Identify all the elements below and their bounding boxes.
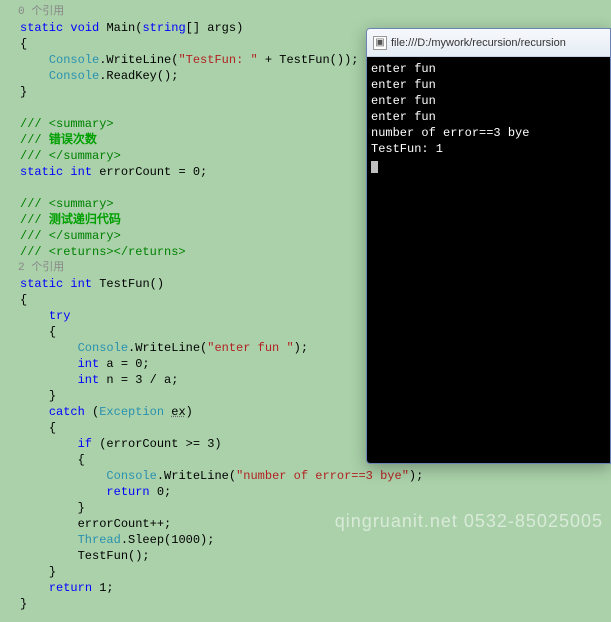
app-icon: ▣	[373, 36, 387, 50]
code-line: Console.WriteLine("number of error==3 by…	[20, 468, 605, 484]
code-line: errorCount++;	[20, 516, 605, 532]
console-output: enter fun enter fun enter fun enter fun …	[367, 57, 610, 463]
code-line: }	[20, 596, 605, 612]
reference-count: 0 个引用	[18, 4, 605, 20]
code-line: return 0;	[20, 484, 605, 500]
window-title: file:///D:/mywork/recursion/recursion	[391, 37, 566, 49]
code-line: TestFun();	[20, 548, 605, 564]
console-cursor	[371, 161, 378, 173]
code-line: return 1;	[20, 580, 605, 596]
code-line: Thread.Sleep(1000);	[20, 532, 605, 548]
code-line: }	[20, 500, 605, 516]
window-titlebar[interactable]: ▣ file:///D:/mywork/recursion/recursion	[367, 29, 610, 57]
console-window[interactable]: ▣ file:///D:/mywork/recursion/recursion …	[366, 28, 611, 464]
code-line: }	[20, 564, 605, 580]
